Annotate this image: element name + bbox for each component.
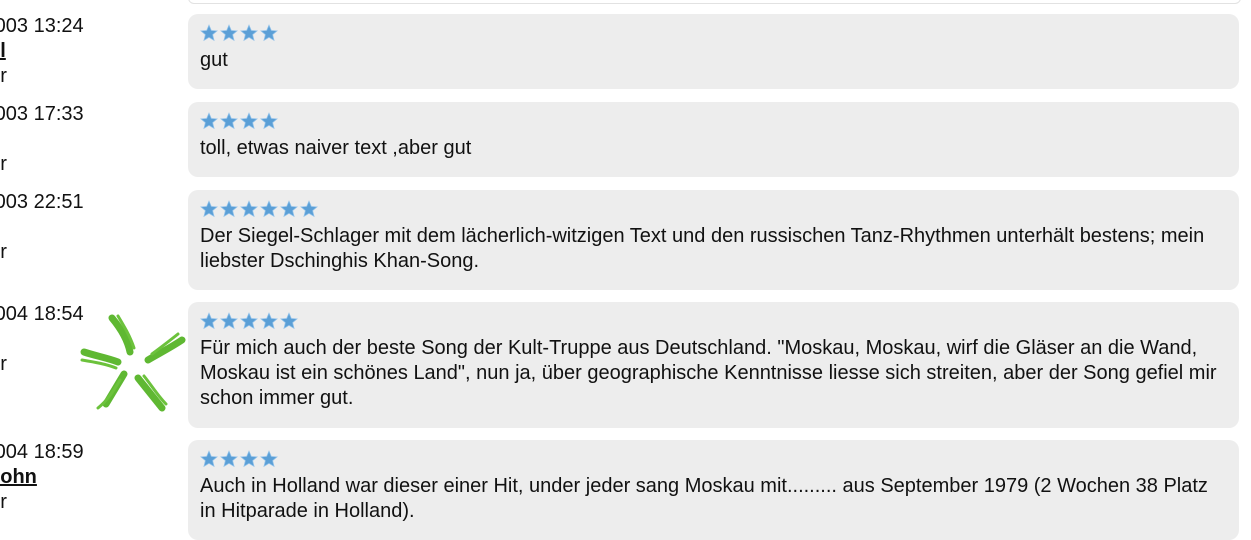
star-rating xyxy=(200,200,1227,222)
star-icon xyxy=(260,24,278,42)
review-date: .2003 22:51 xyxy=(0,191,84,213)
review-author-role: ber xyxy=(0,65,7,87)
review-bubble: Auch in Holland war dieser einer Hit, un… xyxy=(188,440,1239,540)
review-text: Auch in Holland war dieser einer Hit, un… xyxy=(200,475,1208,522)
star-icon xyxy=(220,200,238,218)
star-icon xyxy=(260,450,278,468)
review-bubble: Der Siegel-Schlager mit dem lächerlich-w… xyxy=(188,190,1239,290)
review-author-link[interactable]: yJohn xyxy=(0,465,178,490)
review-bubble: Für mich auch der beste Song der Kult-Tr… xyxy=(188,302,1239,428)
previous-review-bubble-edge xyxy=(188,0,1241,4)
review-text: toll, etwas naiver text ,aber gut xyxy=(200,137,472,159)
star-icon xyxy=(200,450,218,468)
star-icon xyxy=(220,24,238,42)
review-author-link[interactable]: ael xyxy=(0,39,178,64)
review-text: Für mich auch der beste Song der Kult-Tr… xyxy=(200,337,1217,409)
star-icon xyxy=(300,200,318,218)
star-icon xyxy=(220,450,238,468)
review-meta: .2003 22:51 z ber xyxy=(0,190,178,265)
review-author-role: ber xyxy=(0,153,7,175)
star-rating xyxy=(200,24,1227,46)
star-rating xyxy=(200,312,1227,334)
star-icon xyxy=(200,200,218,218)
star-icon xyxy=(280,200,298,218)
review-meta: .2004 18:59 yJohn ber xyxy=(0,440,178,515)
review-date: .2003 17:33 xyxy=(0,103,84,125)
star-icon xyxy=(200,24,218,42)
review-author-role: ber xyxy=(0,491,7,513)
review-text: gut xyxy=(200,49,228,71)
star-icon xyxy=(240,24,258,42)
star-icon xyxy=(220,112,238,130)
review-meta: .2003 13:24 ael ber xyxy=(0,14,178,89)
star-rating xyxy=(200,450,1227,472)
review-author-role: ber xyxy=(0,241,7,263)
star-icon xyxy=(260,200,278,218)
star-icon xyxy=(220,312,238,330)
review-date: .2004 18:59 xyxy=(0,441,84,463)
star-rating xyxy=(200,112,1227,134)
star-icon xyxy=(260,312,278,330)
review-author-link[interactable]: z xyxy=(0,215,178,240)
star-icon xyxy=(240,312,258,330)
review-author-link[interactable]: g xyxy=(0,127,178,152)
star-icon xyxy=(200,312,218,330)
review-bubble: gut xyxy=(188,14,1239,89)
star-icon xyxy=(260,112,278,130)
star-icon xyxy=(200,112,218,130)
green-splash-logo xyxy=(80,314,186,412)
review-text: Der Siegel-Schlager mit dem lächerlich-w… xyxy=(200,225,1205,272)
review-bubble: toll, etwas naiver text ,aber gut xyxy=(188,102,1239,177)
star-icon xyxy=(280,312,298,330)
review-meta: .2003 17:33 g ber xyxy=(0,102,178,177)
star-icon xyxy=(240,200,258,218)
star-icon xyxy=(240,450,258,468)
star-icon xyxy=(240,112,258,130)
review-date: .2003 13:24 xyxy=(0,15,84,37)
